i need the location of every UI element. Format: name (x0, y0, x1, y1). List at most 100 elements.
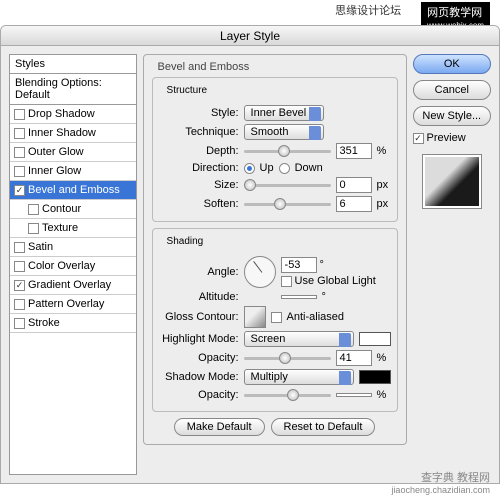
style-item-label: Satin (28, 241, 53, 253)
dialog-buttons: OK Cancel New Style... Preview (413, 54, 491, 475)
dialog-title: Layer Style (1, 26, 499, 46)
soften-unit: px (377, 198, 391, 210)
style-checkbox[interactable] (14, 109, 25, 120)
angle-wheel[interactable] (244, 256, 276, 288)
style-item-pattern-overlay[interactable]: Pattern Overlay (10, 295, 136, 314)
shadow-mode-label: Shadow Mode: (159, 371, 239, 383)
anti-aliased-label: Anti-aliased (287, 311, 344, 323)
style-item-texture[interactable]: Texture (10, 219, 136, 238)
style-item-label: Stroke (28, 317, 60, 329)
style-item-satin[interactable]: Satin (10, 238, 136, 257)
altitude-unit: ° (322, 291, 326, 303)
style-checkbox[interactable] (14, 318, 25, 329)
size-unit: px (377, 179, 391, 191)
preview-thumbnail (422, 154, 482, 209)
preview-label: Preview (427, 132, 466, 144)
highlight-color-swatch[interactable] (359, 332, 391, 346)
style-item-drop-shadow[interactable]: Drop Shadow (10, 105, 136, 124)
layer-style-dialog: Layer Style Styles Blending Options: Def… (0, 25, 500, 484)
shadow-color-swatch[interactable] (359, 370, 391, 384)
shadow-opacity-label: Opacity: (159, 389, 239, 401)
angle-label: Angle: (159, 266, 239, 278)
soften-slider[interactable] (244, 197, 331, 211)
style-item-label: Color Overlay (28, 260, 95, 272)
highlight-opacity-label: Opacity: (159, 352, 239, 364)
styles-sidebar: Styles Blending Options: Default Drop Sh… (9, 54, 137, 475)
blending-options[interactable]: Blending Options: Default (9, 74, 137, 105)
style-item-label: Drop Shadow (28, 108, 95, 120)
style-checkbox[interactable] (14, 185, 25, 196)
shadow-opacity-input[interactable] (336, 393, 372, 397)
depth-unit: % (377, 145, 391, 157)
depth-label: Depth: (159, 145, 239, 157)
panel-title: Bevel and Emboss (154, 61, 254, 73)
style-label: Style: (159, 107, 239, 119)
style-item-gradient-overlay[interactable]: Gradient Overlay (10, 276, 136, 295)
style-item-bevel-and-emboss[interactable]: Bevel and Emboss (10, 181, 136, 200)
soften-label: Soften: (159, 198, 239, 210)
shadow-opacity-slider[interactable] (244, 388, 331, 402)
direction-down-radio[interactable] (279, 163, 290, 174)
style-checkbox[interactable] (14, 299, 25, 310)
style-item-contour[interactable]: Contour (10, 200, 136, 219)
style-checkbox[interactable] (14, 147, 25, 158)
ok-button[interactable]: OK (413, 54, 491, 74)
anti-aliased-checkbox[interactable] (271, 312, 282, 323)
angle-input[interactable]: -53 (281, 257, 317, 273)
style-item-label: Inner Shadow (28, 127, 96, 139)
gloss-contour-picker[interactable] (244, 306, 266, 328)
make-default-button[interactable]: Make Default (174, 418, 265, 436)
style-item-stroke[interactable]: Stroke (10, 314, 136, 333)
style-item-outer-glow[interactable]: Outer Glow (10, 143, 136, 162)
style-item-color-overlay[interactable]: Color Overlay (10, 257, 136, 276)
style-checkbox[interactable] (28, 223, 39, 234)
altitude-input[interactable] (281, 295, 317, 299)
style-item-inner-glow[interactable]: Inner Glow (10, 162, 136, 181)
altitude-label: Altitude: (159, 291, 239, 303)
style-checkbox[interactable] (14, 166, 25, 177)
soften-input[interactable]: 6 (336, 196, 372, 212)
direction-down-label: Down (295, 162, 323, 174)
preview-checkbox[interactable] (413, 133, 424, 144)
highlight-opacity-input[interactable]: 41 (336, 350, 372, 366)
style-item-label: Pattern Overlay (28, 298, 104, 310)
shading-title: Shading (163, 236, 208, 247)
shadow-mode-select[interactable]: Multiply (244, 369, 354, 385)
highlight-mode-select[interactable]: Screen (244, 331, 354, 347)
footer-watermark: 查字典 教程网 jiaocheng.chazidian.com (391, 469, 490, 495)
style-checkbox[interactable] (28, 204, 39, 215)
direction-label: Direction: (159, 162, 239, 174)
depth-slider[interactable] (244, 144, 331, 158)
global-light-checkbox[interactable] (281, 276, 292, 287)
new-style-button[interactable]: New Style... (413, 106, 491, 126)
cancel-button[interactable]: Cancel (413, 80, 491, 100)
direction-up-label: Up (260, 162, 274, 174)
style-item-label: Outer Glow (28, 146, 84, 158)
effect-panel: Bevel and Emboss Structure Style: Inner … (143, 54, 407, 475)
highlight-opacity-slider[interactable] (244, 351, 331, 365)
technique-select[interactable]: Smooth (244, 124, 324, 140)
style-item-inner-shadow[interactable]: Inner Shadow (10, 124, 136, 143)
global-light-label: Use Global Light (295, 275, 376, 287)
style-item-label: Inner Glow (28, 165, 81, 177)
reset-default-button[interactable]: Reset to Default (271, 418, 376, 436)
highlight-mode-label: Highlight Mode: (159, 333, 239, 345)
styles-header[interactable]: Styles (9, 54, 137, 74)
angle-unit: ° (320, 259, 324, 271)
size-slider[interactable] (244, 178, 331, 192)
depth-input[interactable]: 351 (336, 143, 372, 159)
style-checkbox[interactable] (14, 128, 25, 139)
style-checkbox[interactable] (14, 280, 25, 291)
style-checkbox[interactable] (14, 261, 25, 272)
style-select[interactable]: Inner Bevel (244, 105, 324, 121)
size-label: Size: (159, 179, 239, 191)
size-input[interactable]: 0 (336, 177, 372, 193)
direction-up-radio[interactable] (244, 163, 255, 174)
style-item-label: Bevel and Emboss (28, 184, 120, 196)
style-item-label: Gradient Overlay (28, 279, 111, 291)
gloss-label: Gloss Contour: (159, 311, 239, 323)
technique-label: Technique: (159, 126, 239, 138)
opacity-unit: % (377, 352, 391, 364)
structure-title: Structure (163, 85, 212, 96)
style-checkbox[interactable] (14, 242, 25, 253)
